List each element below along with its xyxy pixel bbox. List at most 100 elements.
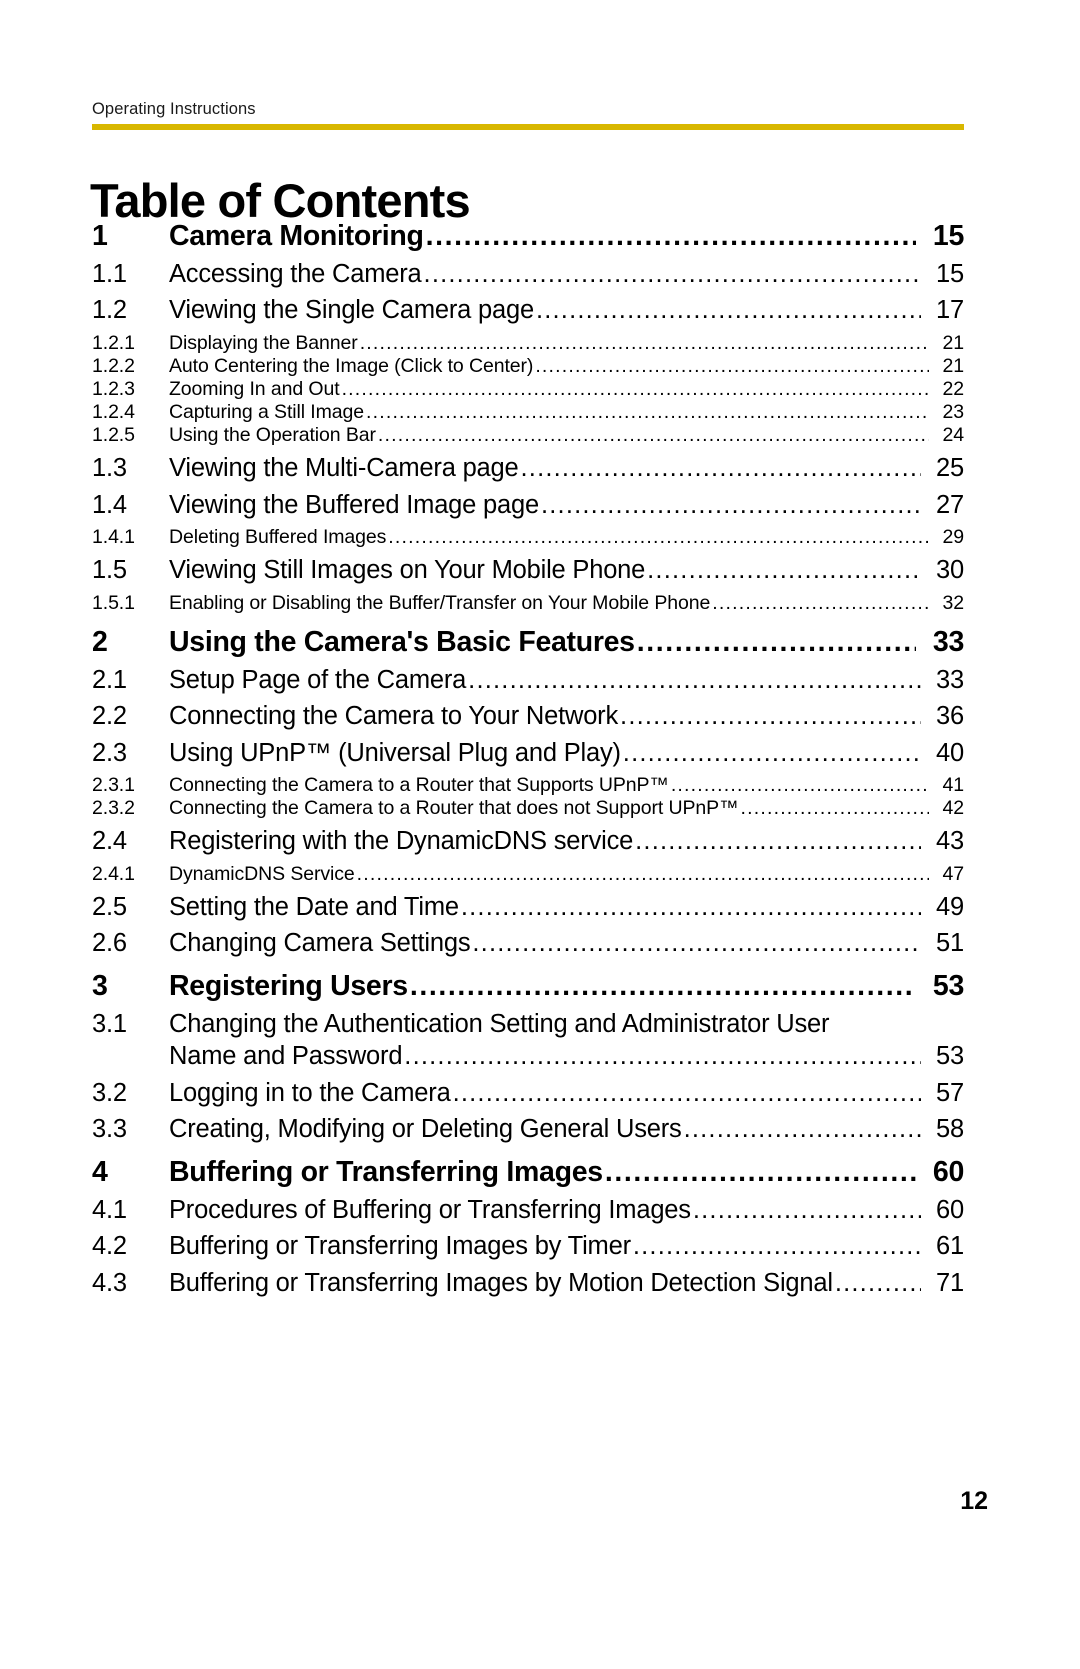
toc-entry-label: Registering Users — [169, 969, 408, 1002]
toc-entry-number: 1.4 — [92, 490, 127, 519]
toc-entry-section[interactable]: 4.3 Buffering or Transferring Images by M… — [92, 1268, 964, 1298]
toc-leader-dots: ........................................… — [423, 260, 921, 288]
toc-leader-dots: ........................................… — [620, 703, 921, 731]
toc-entry-section[interactable]: 2.6 Changing Camera Settings.............… — [92, 930, 964, 958]
toc-entry-number: 1.3 — [92, 454, 127, 483]
toc-entry-label: Viewing the Multi-Camera page — [169, 454, 519, 483]
toc-entry-page-number: 29 — [942, 526, 965, 549]
toc-entry-sub[interactable]: 1.2.4 Capturing a Still Image............… — [92, 400, 964, 423]
toc-entry-label: Connecting the Camera to a Router that S… — [169, 774, 669, 797]
toc-entry-page-number: 51 — [936, 929, 964, 958]
toc-entry-number: 1.4.1 — [92, 526, 135, 549]
toc-entry-section[interactable]: 1.3 Viewing the Multi-Camera page........… — [92, 455, 964, 483]
toc-leader-dots: ........................................… — [377, 425, 929, 447]
toc-entry-chapter[interactable]: 4 Buffering or Transferring Images.......… — [92, 1156, 964, 1188]
toc-entry-section[interactable]: 1.5 Viewing Still Images on Your Mobile P… — [92, 557, 964, 585]
toc-entry-number: 1.2.5 — [92, 424, 135, 447]
toc-entry-section[interactable]: 2.5 Setting the Date and Time............… — [92, 892, 964, 922]
toc-entry-number: 2.1 — [92, 665, 127, 694]
toc-entry-page-number: 42 — [942, 797, 965, 820]
toc-entry-section[interactable]: 3.1 Changing the Authentication Setting a… — [92, 1010, 964, 1071]
toc-entry-chapter[interactable]: 2 Using the Camera's Basic Features......… — [92, 625, 964, 658]
toc-entry-page-number: 49 — [936, 892, 964, 921]
toc-entry-number: 1.2.3 — [92, 377, 135, 400]
toc-entry-section[interactable]: 2.3 Using UPnP™ (Universal Plug and Play)… — [92, 738, 964, 768]
toc-entry-page-number: 60 — [936, 1195, 964, 1224]
header-accent-rule — [92, 124, 964, 130]
toc-entry-section[interactable]: 4.1 Procedures of Buffering or Transferri… — [92, 1195, 964, 1225]
toc-entry-sub[interactable]: 1.2.5 Using the Operation Bar............… — [92, 424, 965, 447]
toc-entry-label: Connecting the Camera to Your Network — [169, 702, 619, 731]
toc-entry-number: 1.2.2 — [92, 354, 135, 377]
toc-entry-number: 4.1 — [92, 1195, 127, 1224]
toc-entry-sub[interactable]: 2.3.2 Connecting the Camera to a Router t… — [92, 798, 964, 819]
toc-entry-section[interactable]: 4.2 Buffering or Transferring Images by T… — [92, 1232, 964, 1261]
toc-entry-number: 1.2 — [92, 296, 127, 325]
toc-entry-number: 3.3 — [92, 1115, 127, 1144]
toc-entry-page-number: 24 — [942, 424, 965, 447]
toc-entry-label-continued: Name and Password — [169, 1042, 403, 1071]
toc-leader-dots: ........................................… — [452, 1079, 921, 1107]
toc-entry-label: Camera Monitoring — [169, 220, 424, 252]
toc-leader-dots: ........................................… — [712, 592, 929, 614]
toc-entry-number: 2.3.1 — [92, 774, 135, 797]
toc-entry-page-number: 32 — [942, 591, 965, 614]
toc-entry-page-number: 61 — [936, 1232, 964, 1261]
toc-leader-dots: ........................................… — [604, 1156, 916, 1188]
toc-leader-dots: ........................................… — [635, 828, 921, 856]
toc-leader-dots: ........................................… — [365, 401, 929, 423]
toc-entry-sub[interactable]: 1.2.1 Displaying the Banner..............… — [92, 331, 964, 354]
toc-entry-label: Zooming In and Out — [169, 377, 340, 400]
toc-leader-dots: ........................................… — [356, 863, 929, 885]
toc-entry-sub[interactable]: 1.5.1 Enabling or Disabling the Buffer/Tr… — [92, 591, 965, 614]
toc-entry-section[interactable]: 1.4 Viewing the Buffered Image page......… — [92, 490, 964, 520]
toc-entry-label: Using the Camera's Basic Features — [169, 625, 635, 658]
toc-entry-section[interactable]: 3.2 Logging in to the Camera.............… — [92, 1078, 964, 1108]
toc-entry-sub[interactable]: 1.4.1 Deleting Buffered Images...........… — [92, 527, 964, 548]
toc-entry-chapter[interactable]: 1 Camera Monitoring......................… — [92, 221, 964, 252]
toc-entry-page-number: 53 — [932, 969, 964, 1002]
toc-entry-page-number: 43 — [936, 827, 964, 856]
toc-entry-label: Procedures of Buffering or Transferring … — [169, 1195, 691, 1224]
toc-entry-page-number: 71 — [936, 1268, 964, 1297]
toc-leader-dots: ........................................… — [692, 1196, 921, 1224]
toc-entry-page-number: 36 — [936, 702, 964, 731]
toc-entry-page-number: 33 — [936, 665, 964, 694]
toc-entry-section[interactable]: 1.1 Accessing the Camera.................… — [92, 259, 964, 289]
toc-entry-sub[interactable]: 2.4.1 DynamicDNS Service.................… — [92, 862, 965, 885]
toc-entry-page-number: 47 — [942, 862, 965, 885]
toc-entry-page-number: 58 — [936, 1115, 964, 1144]
toc-entry-sub[interactable]: 2.3.1 Connecting the Camera to a Router t… — [92, 775, 964, 796]
toc-entry-section[interactable]: 2.2 Connecting the Camera to Your Network… — [92, 703, 964, 731]
toc-entry-number: 3.2 — [92, 1078, 127, 1107]
toc-leader-dots: ........................................… — [472, 930, 921, 958]
toc-leader-dots: ........................................… — [632, 1233, 921, 1261]
toc-entry-label: Displaying the Banner — [169, 331, 358, 354]
toc-entry-label: Using UPnP™ (Universal Plug and Play) — [169, 738, 621, 767]
toc-entry-label: Buffering or Transferring Images by Moti… — [169, 1268, 833, 1297]
toc-entry-page-number: 40 — [936, 738, 964, 767]
toc-entry-section[interactable]: 2.4 Registering with the DynamicDNS servi… — [92, 828, 964, 856]
toc-leader-dots: ........................................… — [622, 739, 921, 767]
toc-leader-dots: ........................................… — [740, 798, 929, 820]
toc-entry-page-number: 21 — [942, 354, 965, 377]
toc-entry-page-number: 27 — [936, 490, 964, 519]
toc-entry-number: 1 — [92, 220, 108, 252]
toc-leader-dots: ........................................… — [409, 970, 916, 1002]
toc-leader-dots: ........................................… — [683, 1116, 921, 1144]
toc-entry-sub[interactable]: 1.2.2 Auto Centering the Image (Click to … — [92, 354, 965, 377]
toc-entry-page-number: 15 — [936, 259, 964, 288]
toc-entry-sub[interactable]: 1.2.3 Zooming In and Out.................… — [92, 377, 964, 400]
toc-entry-section[interactable]: 3.3 Creating, Modifying or Deleting Gener… — [92, 1116, 964, 1144]
toc-entry-label: Capturing a Still Image — [169, 400, 364, 423]
toc-entry-chapter[interactable]: 3 Registering Users......................… — [92, 971, 964, 1002]
toc-entry-section[interactable]: 2.1 Setup Page of the Camera.............… — [92, 665, 964, 695]
toc-leader-dots: ........................................… — [404, 1043, 921, 1071]
toc-entry-page-number: 30 — [936, 556, 964, 585]
toc-entry-number: 1.1 — [92, 259, 127, 288]
toc-entry-page-number: 53 — [936, 1042, 964, 1071]
toc-entry-label: Buffering or Transferring Images by Time… — [169, 1232, 631, 1261]
toc-entry-number: 2.4 — [92, 827, 127, 856]
toc-leader-dots: ........................................… — [535, 297, 921, 325]
toc-entry-section[interactable]: 1.2 Viewing the Single Camera page.......… — [92, 297, 964, 325]
